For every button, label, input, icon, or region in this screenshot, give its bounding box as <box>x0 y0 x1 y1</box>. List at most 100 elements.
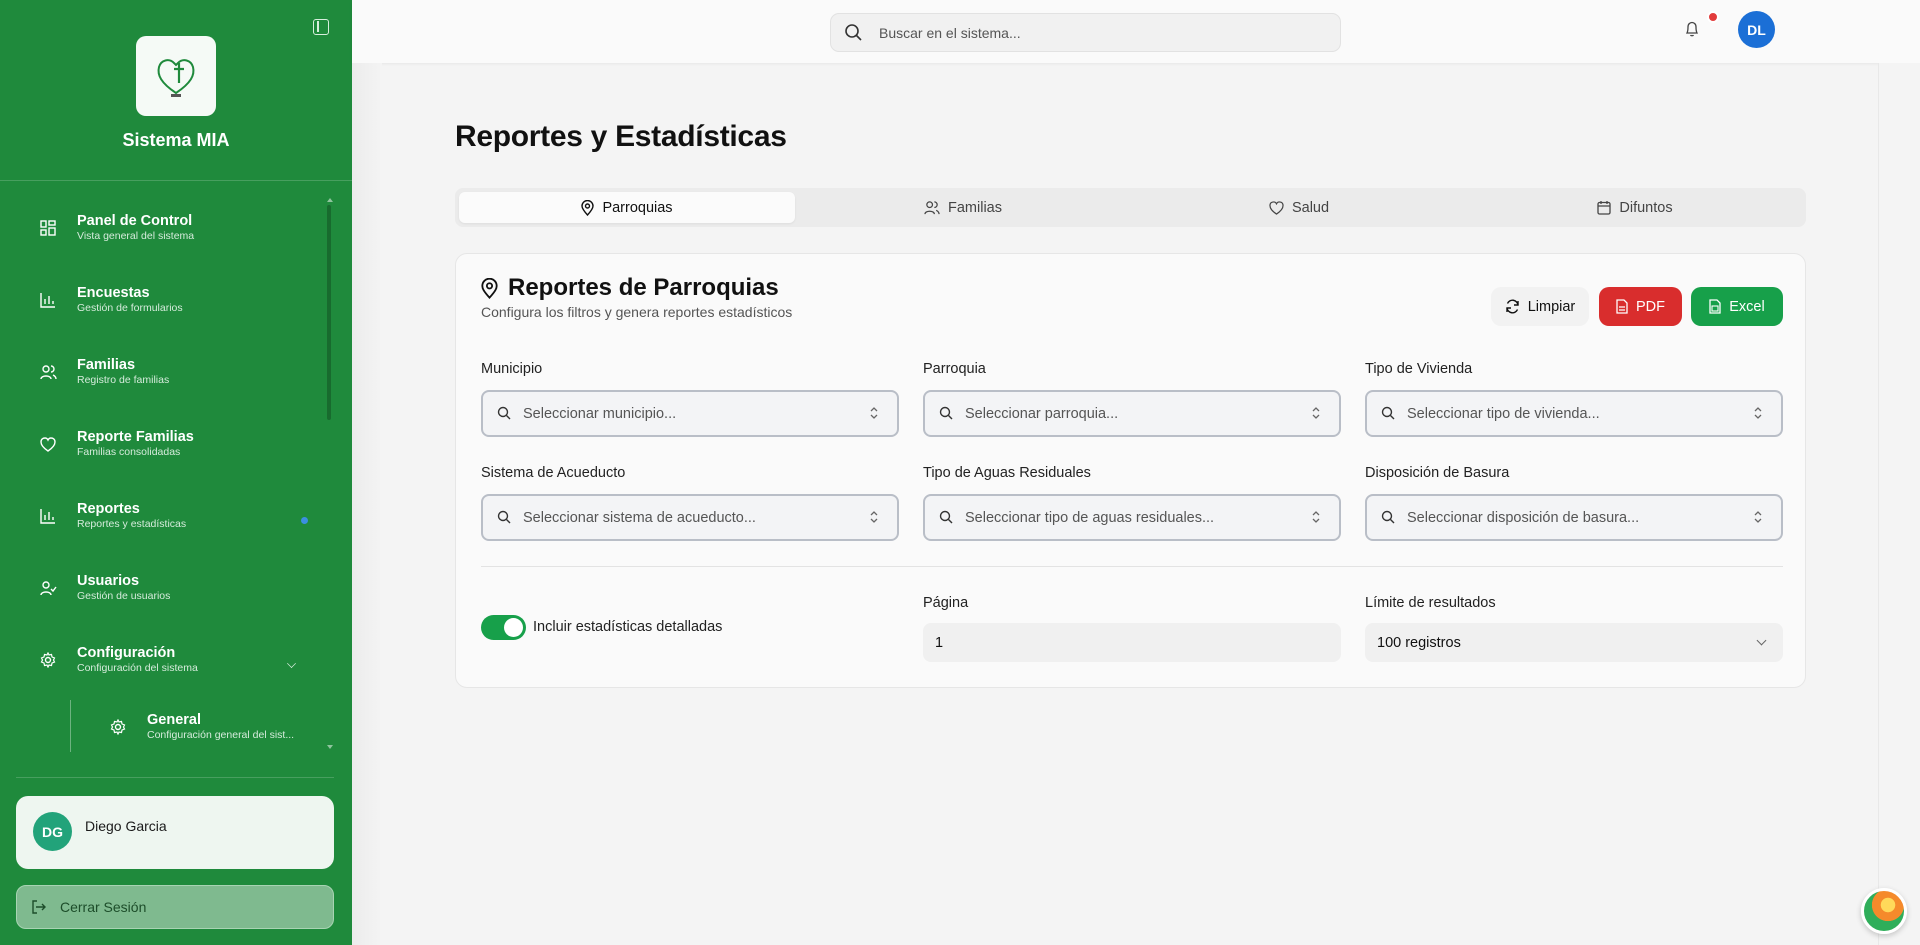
sidebar-item-familias[interactable]: Familias Registro de familias <box>28 347 318 397</box>
sidebar-item-sublabel: Familias consolidadas <box>77 446 181 458</box>
avatar[interactable]: DL <box>1738 11 1775 48</box>
tab-label: Salud <box>1291 199 1330 216</box>
search-icon <box>1381 510 1395 524</box>
card-subtitle: Configura los filtros y genera reportes … <box>481 304 793 320</box>
calendar-icon <box>1597 200 1612 215</box>
sidebar-item-label: Usuarios <box>77 573 140 589</box>
sidebar-item-sublabel: Vista general del sistema <box>77 230 195 242</box>
excel-button[interactable]: Excel <box>1691 287 1783 326</box>
tab-parroquias[interactable]: Parroquias <box>459 192 795 223</box>
sidebar-item-label: Familias <box>77 357 136 373</box>
scroll-up-arrow-icon[interactable] <box>327 198 333 202</box>
sidebar-item-label: General <box>147 712 201 728</box>
chevron-up-down-icon <box>1753 510 1763 524</box>
tab-label: Difuntos <box>1619 199 1673 216</box>
user-card[interactable]: DG Diego Garcia <box>16 796 334 869</box>
select-placeholder: Seleccionar parroquia... <box>965 405 1119 422</box>
spreadsheet-icon <box>1709 299 1721 314</box>
sidebar-subitem-general[interactable]: General Configuración general del sist... <box>98 702 298 752</box>
search-icon <box>1381 406 1395 420</box>
submenu-guide-line <box>70 700 71 752</box>
chevron-up-down-icon <box>869 510 879 524</box>
aguas-residuales-select[interactable]: Seleccionar tipo de aguas residuales... <box>923 494 1341 541</box>
page-input[interactable]: 1 <box>923 623 1341 662</box>
page-title: Reportes y Estadísticas <box>455 120 787 153</box>
chevron-down-icon <box>1756 635 1767 646</box>
limit-select[interactable]: 100 registros <box>1365 623 1783 662</box>
filter-label-basura: Disposición de Basura <box>1365 465 1510 481</box>
tab-salud[interactable]: Salud <box>1131 192 1467 223</box>
parroquia-select[interactable]: Seleccionar parroquia... <box>923 390 1341 437</box>
file-icon <box>1616 299 1628 314</box>
sidebar-item-sublabel: Configuración general del sist... <box>147 729 295 741</box>
search-icon <box>939 510 953 524</box>
logout-button[interactable]: Cerrar Sesión <box>16 885 334 929</box>
gear-icon <box>38 650 58 670</box>
basura-select[interactable]: Seleccionar disposición de basura... <box>1365 494 1783 541</box>
floating-assistant-icon[interactable] <box>1861 888 1907 934</box>
sidebar-divider <box>0 180 352 181</box>
bell-icon[interactable] <box>1685 21 1699 42</box>
sidebar-item-sublabel: Gestión de formularios <box>77 302 183 314</box>
heart-icon <box>38 434 58 454</box>
search-input[interactable]: Buscar en el sistema... <box>830 13 1341 52</box>
tab-familias[interactable]: Familias <box>795 192 1131 223</box>
chevron-up-down-icon <box>1311 406 1321 420</box>
notification-badge <box>1707 11 1719 23</box>
bar-chart-icon <box>38 290 58 310</box>
select-placeholder: Seleccionar sistema de acueducto... <box>523 509 756 526</box>
sidebar-item-configuracion[interactable]: Configuración Configuración del sistema <box>28 635 318 685</box>
detailed-stats-toggle[interactable] <box>481 615 526 640</box>
select-placeholder: Seleccionar tipo de aguas residuales... <box>965 509 1215 526</box>
chevron-up-down-icon <box>1753 406 1763 420</box>
report-tabs: Parroquias Familias Salud Difuntos <box>455 188 1806 227</box>
municipio-select[interactable]: Seleccionar municipio... <box>481 390 899 437</box>
chevron-up-down-icon <box>1311 510 1321 524</box>
sidebar-divider <box>16 777 334 778</box>
sidebar-item-sublabel: Configuración del sistema <box>77 662 198 674</box>
page-scrollbar[interactable] <box>1878 63 1920 945</box>
sidebar: Sistema MIA Panel de Control Vista genera… <box>0 0 352 945</box>
scroll-down-arrow-icon[interactable] <box>327 745 333 749</box>
select-placeholder: Seleccionar tipo de vivienda... <box>1407 405 1600 422</box>
tipo-vivienda-select[interactable]: Seleccionar tipo de vivienda... <box>1365 390 1783 437</box>
bar-chart-icon <box>38 506 58 526</box>
gear-icon <box>108 717 128 737</box>
user-check-icon <box>38 578 58 598</box>
sidebar-scrollbar[interactable] <box>327 205 331 420</box>
sidebar-item-sublabel: Reportes y estadísticas <box>77 518 187 530</box>
search-icon <box>939 406 953 420</box>
sidebar-collapse-icon[interactable] <box>313 19 329 35</box>
excel-label: Excel <box>1729 298 1765 315</box>
sidebar-item-label: Encuestas <box>77 285 150 301</box>
sidebar-item-panel-de-control[interactable]: Panel de Control Vista general del sistem… <box>28 203 318 253</box>
app-brand: Sistema MIA <box>122 130 230 150</box>
refresh-icon <box>1505 299 1520 314</box>
card-divider <box>481 566 1783 567</box>
sidebar-item-label: Reporte Familias <box>77 429 194 445</box>
filter-label-municipio: Municipio <box>481 361 543 377</box>
toggle-label: Incluir estadísticas detalladas <box>533 619 723 635</box>
content-edge <box>352 63 382 945</box>
sidebar-item-reporte-familias[interactable]: Reporte Familias Familias consolidadas <box>28 419 318 469</box>
filter-label-parroquia: Parroquia <box>923 361 986 377</box>
pdf-button[interactable]: PDF <box>1599 287 1682 326</box>
search-icon <box>497 406 511 420</box>
users-icon <box>924 200 940 215</box>
sidebar-item-reportes[interactable]: Reportes Reportes y estadísticas <box>28 491 318 541</box>
select-placeholder: Seleccionar disposición de basura... <box>1407 509 1640 526</box>
sidebar-item-encuestas[interactable]: Encuestas Gestión de formularios <box>28 275 318 325</box>
tab-difuntos[interactable]: Difuntos <box>1467 192 1803 223</box>
dashboard-icon <box>38 218 58 238</box>
clear-button[interactable]: Limpiar <box>1491 287 1589 326</box>
sidebar-item-sublabel: Registro de familias <box>77 374 170 386</box>
filter-label-acueducto: Sistema de Acueducto <box>481 465 626 481</box>
filter-label-aguas-residuales: Tipo de Aguas Residuales <box>923 465 1091 481</box>
acueducto-select[interactable]: Seleccionar sistema de acueducto... <box>481 494 899 541</box>
sidebar-item-usuarios[interactable]: Usuarios Gestión de usuarios <box>28 563 318 613</box>
search-icon <box>497 510 511 524</box>
search-icon <box>844 23 863 45</box>
page-value: 1 <box>935 634 944 651</box>
pdf-label: PDF <box>1636 298 1665 315</box>
tab-label: Familias <box>948 199 1002 216</box>
